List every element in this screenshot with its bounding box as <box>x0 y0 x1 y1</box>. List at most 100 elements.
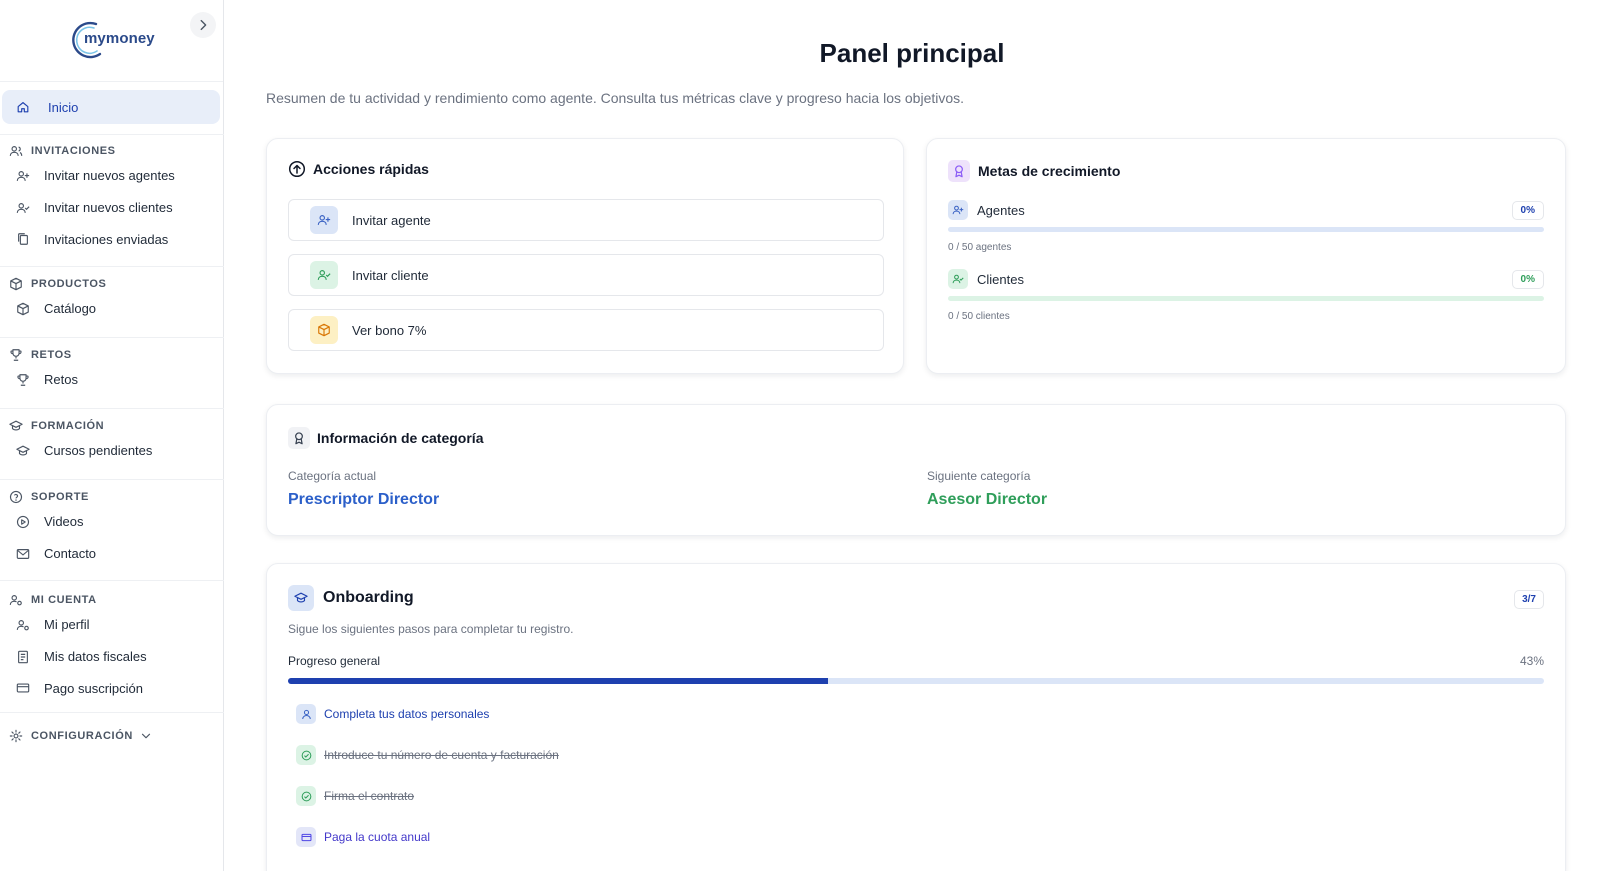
section-retos: RETOS Retos <box>0 346 224 396</box>
user-icon <box>301 709 311 719</box>
icon-box <box>948 160 970 182</box>
onboarding-step-bank-account[interactable]: Introduce tu número de cuenta y facturac… <box>296 745 559 765</box>
next-category-value: Asesor Director <box>927 491 1048 508</box>
icon-box <box>948 200 968 220</box>
user-plus-icon <box>16 170 30 181</box>
sidebar-item-mi-perfil[interactable]: Mi perfil <box>0 609 224 641</box>
growth-goals-card: Metas de crecimiento Agentes 0% 0 / 50 a… <box>926 138 1566 374</box>
sidebar-item-invitar-clientes[interactable]: Invitar nuevos clientes <box>0 192 224 224</box>
mail-icon <box>16 548 30 559</box>
section-configuracion[interactable]: CONFIGURACIÓN <box>0 727 224 745</box>
home-icon <box>17 102 29 113</box>
sidebar-item-catalogo[interactable]: Catálogo <box>0 293 224 325</box>
main-content: Panel principal Resumen de tu actividad … <box>224 0 1600 871</box>
user-plus-icon <box>317 215 331 225</box>
sidebar-item-contacto[interactable]: Contacto <box>0 538 224 570</box>
goal-percent-badge: 0% <box>1511 200 1544 220</box>
logo[interactable]: mymoney <box>70 20 160 60</box>
sidebar-item-cursos-pendientes[interactable]: Cursos pendientes <box>0 435 224 467</box>
section-title: RETOS <box>0 346 224 364</box>
section-formacion: FORMACIÓN Cursos pendientes <box>0 417 224 467</box>
growth-goals-title: Metas de crecimiento <box>948 160 1120 182</box>
divider <box>0 580 224 581</box>
play-circle-icon <box>16 515 30 528</box>
icon-box <box>288 427 310 449</box>
section-mi-cuenta: MI CUENTA Mi perfil Mis datos fiscales P… <box>0 591 224 704</box>
icon-box <box>310 261 338 289</box>
gear-icon <box>9 729 23 743</box>
section-title: INVITACIONES <box>0 142 224 160</box>
view-bonus-button[interactable]: Ver bono 7% <box>288 309 884 351</box>
goal-caption: 0 / 50 agentes <box>948 242 1012 253</box>
onboarding-steps-badge: 3/7 <box>1514 590 1544 609</box>
divider <box>0 479 224 480</box>
user-settings-icon <box>16 619 29 631</box>
chevron-right-icon <box>200 19 207 31</box>
credit-card-icon <box>16 683 30 693</box>
user-check-icon <box>952 274 964 284</box>
progress-percent: 43% <box>1519 654 1544 668</box>
copy-icon <box>18 233 28 246</box>
trophy-icon <box>10 349 22 361</box>
goal-percent-badge: 0% <box>1511 269 1544 289</box>
onboarding-step-annual-fee[interactable]: Paga la cuota anual <box>296 827 430 847</box>
icon-box <box>948 269 968 289</box>
arrow-up-circle-icon <box>288 160 306 178</box>
sidebar-item-retos[interactable]: Retos <box>0 364 224 396</box>
graduation-cap-icon <box>16 445 30 456</box>
icon-box <box>310 206 338 234</box>
goal-caption: 0 / 50 clientes <box>948 311 1010 322</box>
chevron-down-icon <box>141 733 151 739</box>
help-circle-icon <box>9 490 23 504</box>
graduation-cap-icon <box>294 592 308 603</box>
collapse-sidebar-button[interactable] <box>190 12 216 38</box>
divider <box>0 266 224 267</box>
receipt-icon <box>18 650 28 663</box>
credit-card-icon <box>301 833 311 841</box>
logo-area: mymoney <box>0 0 223 82</box>
onboarding-subtitle: Sigue los siguientes pasos para completa… <box>288 622 574 636</box>
sidebar-item-mis-datos-fiscales[interactable]: Mis datos fiscales <box>0 641 224 673</box>
onboarding-step-personal-data[interactable]: Completa tus datos personales <box>296 704 489 724</box>
goal-clients: Clientes 0% 0 / 50 clientes <box>948 268 1544 322</box>
user-check-icon <box>317 270 331 280</box>
award-icon <box>295 432 303 445</box>
sidebar-item-invitaciones-enviadas[interactable]: Invitaciones enviadas <box>0 224 224 256</box>
user-check-icon <box>16 202 30 213</box>
icon-box <box>296 786 316 806</box>
goal-label: Agentes <box>977 202 1025 218</box>
onboarding-title: Onboarding <box>288 585 414 611</box>
sidebar-item-pago-suscripcion[interactable]: Pago suscripción <box>0 673 224 705</box>
page-title: Panel principal <box>819 38 1005 68</box>
icon-box <box>296 827 316 847</box>
goal-label: Clientes <box>977 271 1024 287</box>
section-title[interactable]: CONFIGURACIÓN <box>0 727 224 745</box>
next-category: Siguiente categoría Asesor Director <box>927 469 1048 508</box>
invite-client-button[interactable]: Invitar cliente <box>288 254 884 296</box>
award-icon <box>955 165 963 178</box>
goal-agents: Agentes 0% 0 / 50 agentes <box>948 199 1544 253</box>
section-title: MI CUENTA <box>0 591 224 609</box>
goal-progress-bar <box>948 227 1544 232</box>
category-info-card: Información de categoría Categoría actua… <box>266 404 1566 536</box>
divider <box>0 134 224 135</box>
section-soporte: SOPORTE Videos Contacto <box>0 488 224 570</box>
goal-progress-bar <box>948 296 1544 301</box>
sidebar-item-invitar-agentes[interactable]: Invitar nuevos agentes <box>0 160 224 192</box>
logo-text: mymoney <box>84 30 155 47</box>
onboarding-progress-fill <box>288 678 829 684</box>
package-icon <box>10 277 22 291</box>
icon-box <box>296 745 316 765</box>
quick-actions-card: Acciones rápidas Invitar agente Invitar … <box>266 138 904 374</box>
current-category-value: Prescriptor Director <box>288 491 440 508</box>
progress-label: Progreso general <box>288 654 381 668</box>
icon-box <box>288 585 314 611</box>
onboarding-step-sign-contract[interactable]: Firma el contrato <box>296 786 414 806</box>
package-icon <box>318 323 330 337</box>
section-productos: PRODUCTOS Catálogo <box>0 275 224 325</box>
sidebar-item-inicio[interactable]: Inicio <box>2 90 220 124</box>
quick-actions-title: Acciones rápidas <box>288 160 429 178</box>
sidebar-item-videos[interactable]: Videos <box>0 506 224 538</box>
invite-agent-button[interactable]: Invitar agente <box>288 199 884 241</box>
check-circle-icon <box>301 791 311 801</box>
